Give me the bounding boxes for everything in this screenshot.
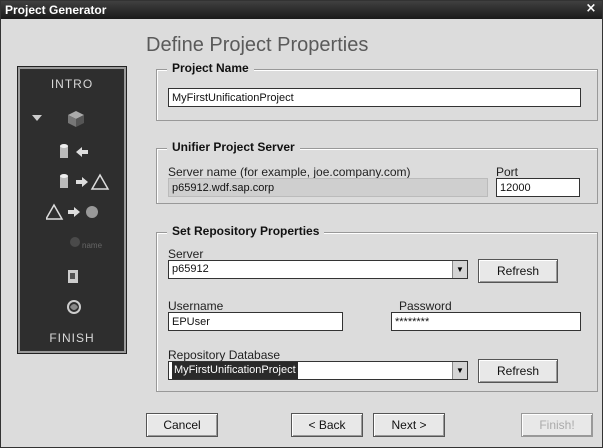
- server-name-label: Server name (for example, joe.company.co…: [168, 165, 411, 179]
- repository-server-label: Server: [168, 247, 204, 261]
- repository-server-value: p65912: [172, 263, 209, 275]
- project-name-input[interactable]: [168, 88, 581, 107]
- chevron-down-icon[interactable]: ▼: [452, 362, 467, 379]
- step-3-icons: [60, 173, 110, 190]
- sphere-icon: [86, 206, 98, 218]
- port-input[interactable]: [496, 178, 580, 197]
- username-input[interactable]: [168, 312, 343, 331]
- page-title: Define Project Properties: [146, 34, 369, 56]
- step-4-icons: [46, 203, 98, 220]
- close-icon[interactable]: ×: [584, 2, 598, 16]
- server-name-field: [168, 178, 488, 197]
- password-label: Password: [399, 299, 452, 313]
- repository-server-select[interactable]: p65912 ▼: [168, 260, 468, 279]
- unifier-server-group-title: Unifier Project Server: [167, 140, 300, 154]
- finish-button: Finish!: [521, 413, 593, 437]
- triangle-outline-icon: [90, 173, 110, 190]
- username-label: Username: [168, 299, 224, 313]
- step-finish-label: FINISH: [49, 331, 95, 345]
- database-icon: [60, 174, 68, 188]
- repository-database-select[interactable]: MyFirstUnificationProject ▼: [168, 361, 468, 380]
- window-title: Project Generator: [5, 3, 107, 17]
- repository-database-label: Repository Database: [168, 348, 281, 362]
- expand-triangle-icon: [32, 115, 42, 121]
- arrow-right-icon: [68, 207, 80, 217]
- project-name-group-title: Project Name: [167, 61, 254, 75]
- chevron-down-icon[interactable]: ▼: [452, 261, 467, 278]
- title-bar: Project Generator ×: [1, 1, 602, 19]
- step-1-icons: [32, 111, 84, 127]
- repository-database-value: MyFirstUnificationProject: [172, 362, 298, 379]
- step-5-label: name: [82, 241, 103, 250]
- step-2-icons: [60, 144, 88, 158]
- triangle-outline-icon: [46, 203, 64, 220]
- repository-group-title: Set Repository Properties: [167, 224, 325, 238]
- back-button[interactable]: < Back: [291, 413, 363, 437]
- disabled-circle-icon: [70, 237, 80, 247]
- globe-icon: [67, 300, 81, 314]
- next-button[interactable]: Next >: [373, 413, 445, 437]
- port-label: Port: [496, 165, 519, 179]
- cube-icon: [68, 111, 84, 127]
- arrow-right-icon: [76, 177, 88, 187]
- refresh-database-button[interactable]: Refresh: [478, 359, 558, 383]
- refresh-server-button[interactable]: Refresh: [478, 259, 558, 283]
- project-generator-window: Project Generator × Define Project Prope…: [0, 0, 603, 448]
- database-icon: [60, 144, 68, 158]
- wizard-steps-panel: INTRO name FINISH: [17, 66, 127, 354]
- arrow-left-icon: [76, 147, 88, 157]
- document-icon: [68, 270, 78, 283]
- password-input[interactable]: [391, 312, 581, 331]
- step-intro-label: INTRO: [50, 77, 94, 91]
- cancel-button[interactable]: Cancel: [146, 413, 218, 437]
